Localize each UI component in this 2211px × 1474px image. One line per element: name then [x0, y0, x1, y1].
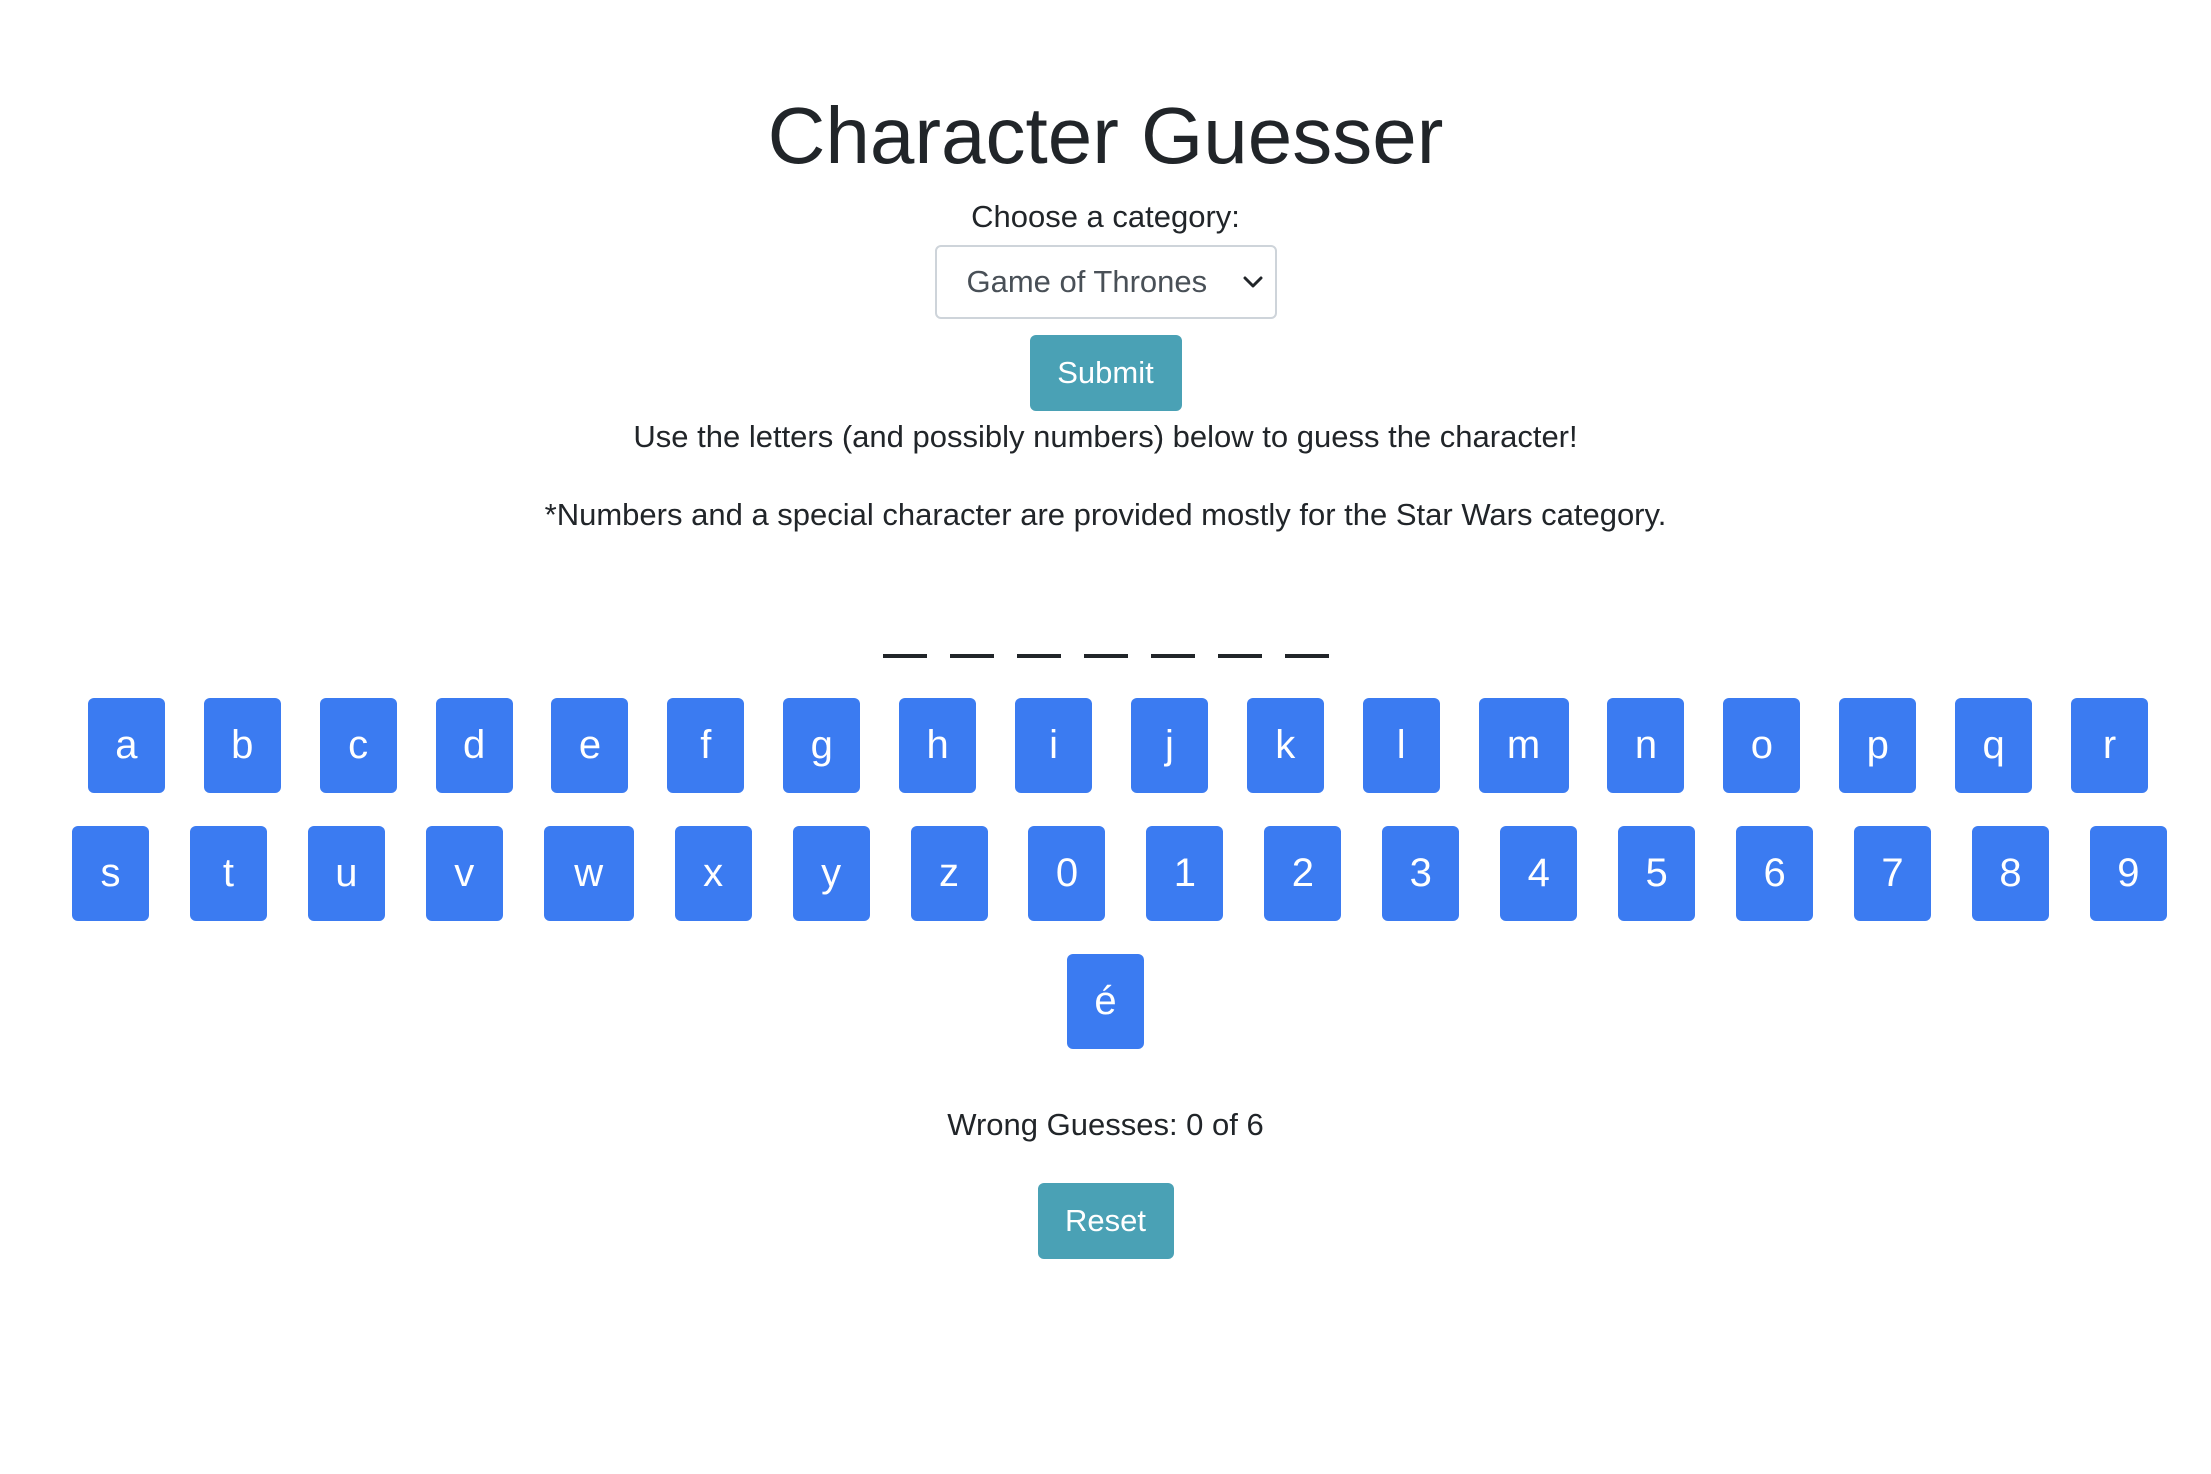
key-button[interactable]: f: [667, 697, 745, 793]
letter-blank: [1016, 653, 1061, 658]
page-title: Character Guesser: [767, 91, 1444, 180]
key-button[interactable]: y: [792, 825, 870, 921]
key-button[interactable]: 9: [2089, 825, 2167, 921]
key-button[interactable]: h: [899, 697, 977, 793]
key-button[interactable]: 1: [1146, 825, 1224, 921]
keyboard-row-3: é: [0, 953, 2211, 1049]
key-button[interactable]: t: [189, 825, 267, 921]
key-button[interactable]: o: [1723, 697, 1801, 793]
wrong-guesses-counter: Wrong Guesses: 0 of 6: [947, 1106, 1264, 1142]
key-button[interactable]: g: [783, 697, 861, 793]
letter-blank: [882, 653, 927, 658]
key-button[interactable]: p: [1839, 697, 1917, 793]
key-button[interactable]: v: [425, 825, 503, 921]
letter-blank: [1217, 653, 1262, 658]
letter-blank: [1083, 653, 1128, 658]
key-button[interactable]: e: [551, 697, 629, 793]
key-button[interactable]: 8: [1971, 825, 2049, 921]
key-button[interactable]: x: [674, 825, 752, 921]
key-button[interactable]: z: [910, 825, 988, 921]
category-selected-value: Game of Thrones: [966, 264, 1208, 300]
key-button[interactable]: 3: [1382, 825, 1460, 921]
key-button[interactable]: n: [1607, 697, 1685, 793]
key-button[interactable]: i: [1015, 697, 1093, 793]
letter-blank: [1150, 653, 1195, 658]
app-container: Character Guesser Choose a category: Gam…: [0, 0, 2211, 1260]
key-button[interactable]: u: [307, 825, 385, 921]
category-select[interactable]: Game of Thrones: [934, 245, 1277, 320]
key-button[interactable]: é: [1067, 953, 1144, 1049]
submit-button[interactable]: Submit: [1029, 335, 1182, 412]
reset-button[interactable]: Reset: [1037, 1183, 1174, 1260]
key-button[interactable]: l: [1362, 697, 1440, 793]
keyboard-row-2: stuvwxyz0123456789: [0, 825, 2211, 921]
key-button[interactable]: 6: [1736, 825, 1814, 921]
category-select-wrapper[interactable]: Game of Thrones: [934, 245, 1277, 320]
key-button[interactable]: w: [543, 825, 634, 921]
key-button[interactable]: j: [1130, 697, 1208, 793]
key-button[interactable]: m: [1478, 697, 1569, 793]
key-button[interactable]: s: [71, 825, 149, 921]
key-button[interactable]: d: [435, 697, 513, 793]
key-button[interactable]: 2: [1264, 825, 1342, 921]
category-label: Choose a category:: [971, 199, 1240, 234]
word-blanks: [0, 624, 2211, 664]
letter-blank: [949, 653, 994, 658]
key-button[interactable]: a: [87, 697, 165, 793]
keyboard-row-1: abcdefghijklmnopqr: [0, 697, 2211, 793]
key-button[interactable]: k: [1246, 697, 1324, 793]
instruction-text: Use the letters (and possibly numbers) b…: [633, 419, 1578, 455]
footnote-text: *Numbers and a special character are pro…: [544, 497, 1667, 533]
key-button[interactable]: 4: [1500, 825, 1578, 921]
key-button[interactable]: c: [319, 697, 397, 793]
letter-blank: [1284, 653, 1329, 658]
key-button[interactable]: r: [2071, 697, 2149, 793]
key-button[interactable]: 7: [1854, 825, 1931, 921]
key-button[interactable]: b: [203, 697, 281, 793]
key-button[interactable]: q: [1955, 697, 2033, 793]
key-button[interactable]: 5: [1618, 825, 1696, 921]
key-button[interactable]: 0: [1028, 825, 1106, 921]
